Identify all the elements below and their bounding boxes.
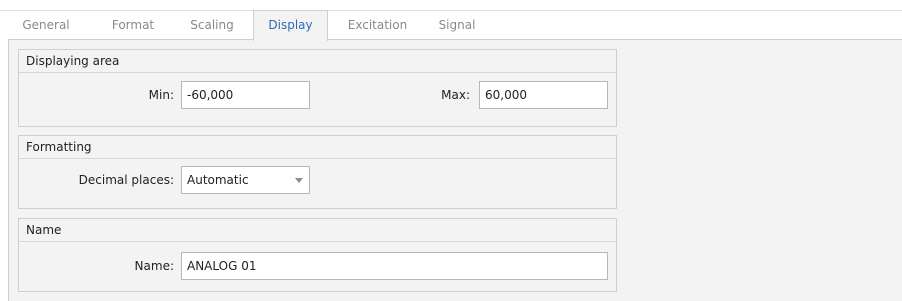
tab-display[interactable]: Display [253,10,328,41]
tab-strip: General Format Scaling Display Excitatio… [0,10,902,41]
tab-signal[interactable]: Signal [430,11,484,40]
max-input[interactable]: 60,000 [479,81,608,109]
tab-general[interactable]: General [15,11,77,40]
max-label: Max: [441,88,470,102]
display-tab-panel: Displaying area Min: -60,000 Max: 60,000… [8,39,902,301]
tab-format[interactable]: Format [102,11,164,40]
tab-scaling[interactable]: Scaling [181,11,243,40]
name-header: Name [19,219,616,242]
name-label: Name: [134,259,174,273]
decimal-places-value: Automatic [187,173,249,187]
name-group: Name Name: ANALOG 01 [18,218,617,292]
min-input[interactable]: -60,000 [181,81,310,109]
displaying-area-group: Displaying area Min: -60,000 Max: 60,000 [18,49,617,127]
channel-properties-window: General Format Scaling Display Excitatio… [0,0,902,301]
decimal-places-dropdown[interactable]: Automatic [181,166,310,194]
chevron-down-icon[interactable] [295,178,303,183]
formatting-header: Formatting [19,136,616,159]
decimal-places-label: Decimal places: [78,173,174,187]
tab-excitation[interactable]: Excitation [335,11,420,40]
name-input[interactable]: ANALOG 01 [181,252,608,280]
formatting-group: Formatting Decimal places: Automatic [18,135,617,209]
displaying-area-header: Displaying area [19,50,616,73]
min-label: Min: [148,88,174,102]
